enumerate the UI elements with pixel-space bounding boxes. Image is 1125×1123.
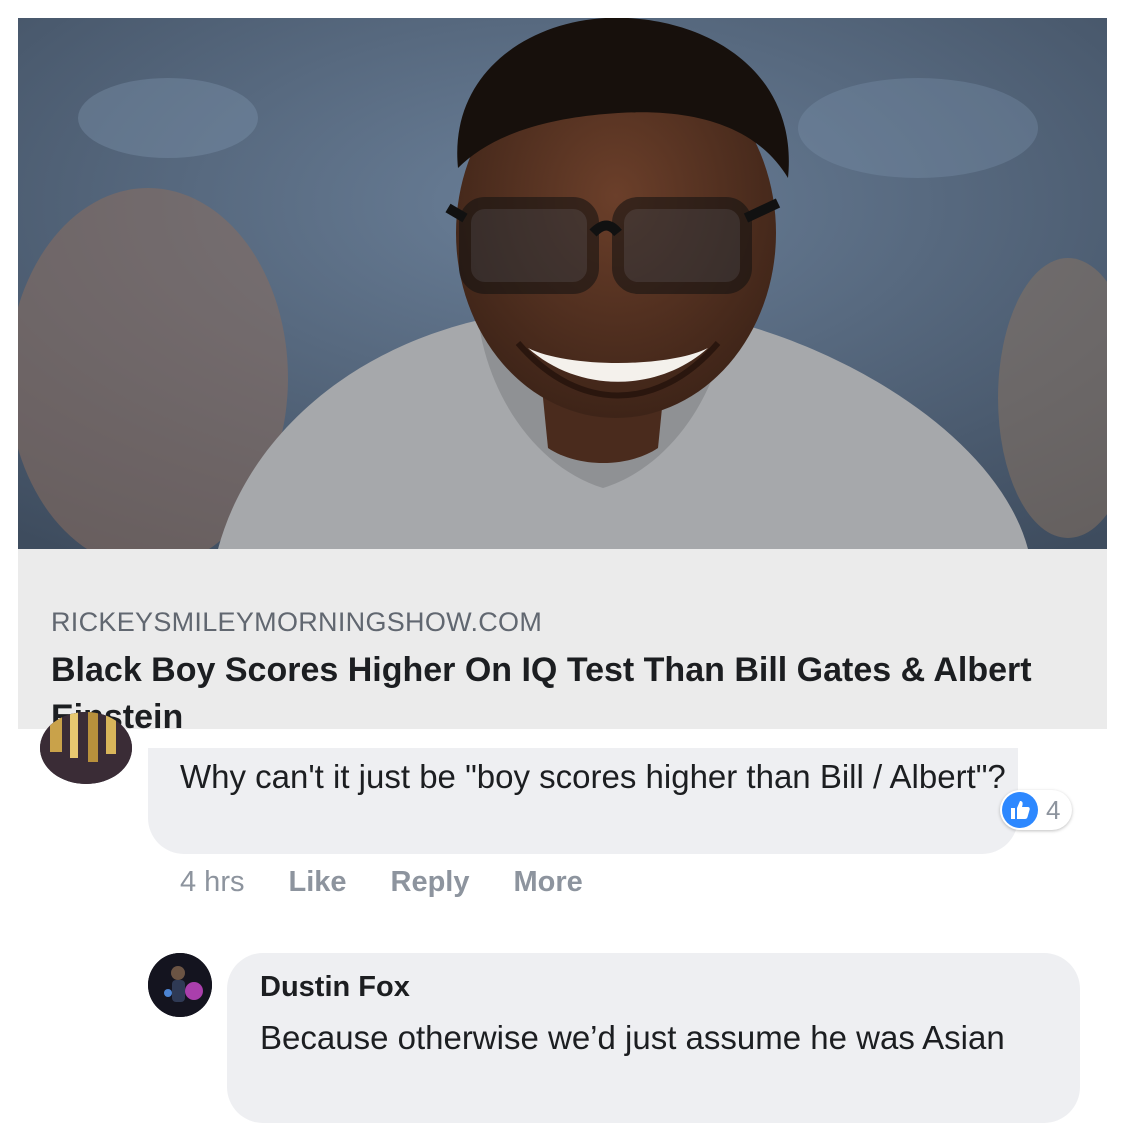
reply-text: Because otherwise we’d just assume he wa… — [260, 1019, 1005, 1056]
user-avatar-icon — [40, 712, 132, 784]
comment-timestamp[interactable]: 4 hrs — [180, 866, 244, 899]
reaction-badge[interactable]: 4 — [1000, 790, 1073, 830]
link-domain: RICKEYSMILEYMORNINGSHOW.COM — [51, 607, 543, 637]
commenter-avatar[interactable] — [40, 712, 132, 784]
user-avatar-icon — [148, 953, 212, 1017]
comment-actions: 4 hrs Like Reply More — [180, 866, 583, 899]
student-photo — [18, 18, 1107, 549]
comment-text: Why can't it just be "boy scores higher … — [180, 758, 1006, 795]
link-preview-meta[interactable]: RICKEYSMILEYMORNINGSHOW.COM Black Boy Sc… — [18, 549, 1107, 736]
reply-avatar[interactable] — [148, 953, 212, 1017]
thumbs-up-icon — [1002, 792, 1038, 828]
reaction-count: 4 — [1046, 794, 1061, 825]
reply-button[interactable]: Reply — [391, 866, 470, 899]
reply-bubble[interactable]: Dustin Fox Because otherwise we’d just a… — [227, 953, 1080, 1123]
comment-bubble[interactable]: Why can't it just be "boy scores higher … — [148, 748, 1018, 854]
like-button[interactable]: Like — [288, 866, 346, 899]
more-button[interactable]: More — [514, 866, 583, 899]
link-preview-card[interactable]: RICKEYSMILEYMORNINGSHOW.COM Black Boy Sc… — [18, 18, 1107, 736]
link-title[interactable]: Black Boy Scores Higher On IQ Test Than … — [51, 647, 1051, 741]
link-preview-image[interactable] — [18, 18, 1107, 549]
reply-author-name[interactable]: Dustin Fox — [260, 971, 410, 1004]
